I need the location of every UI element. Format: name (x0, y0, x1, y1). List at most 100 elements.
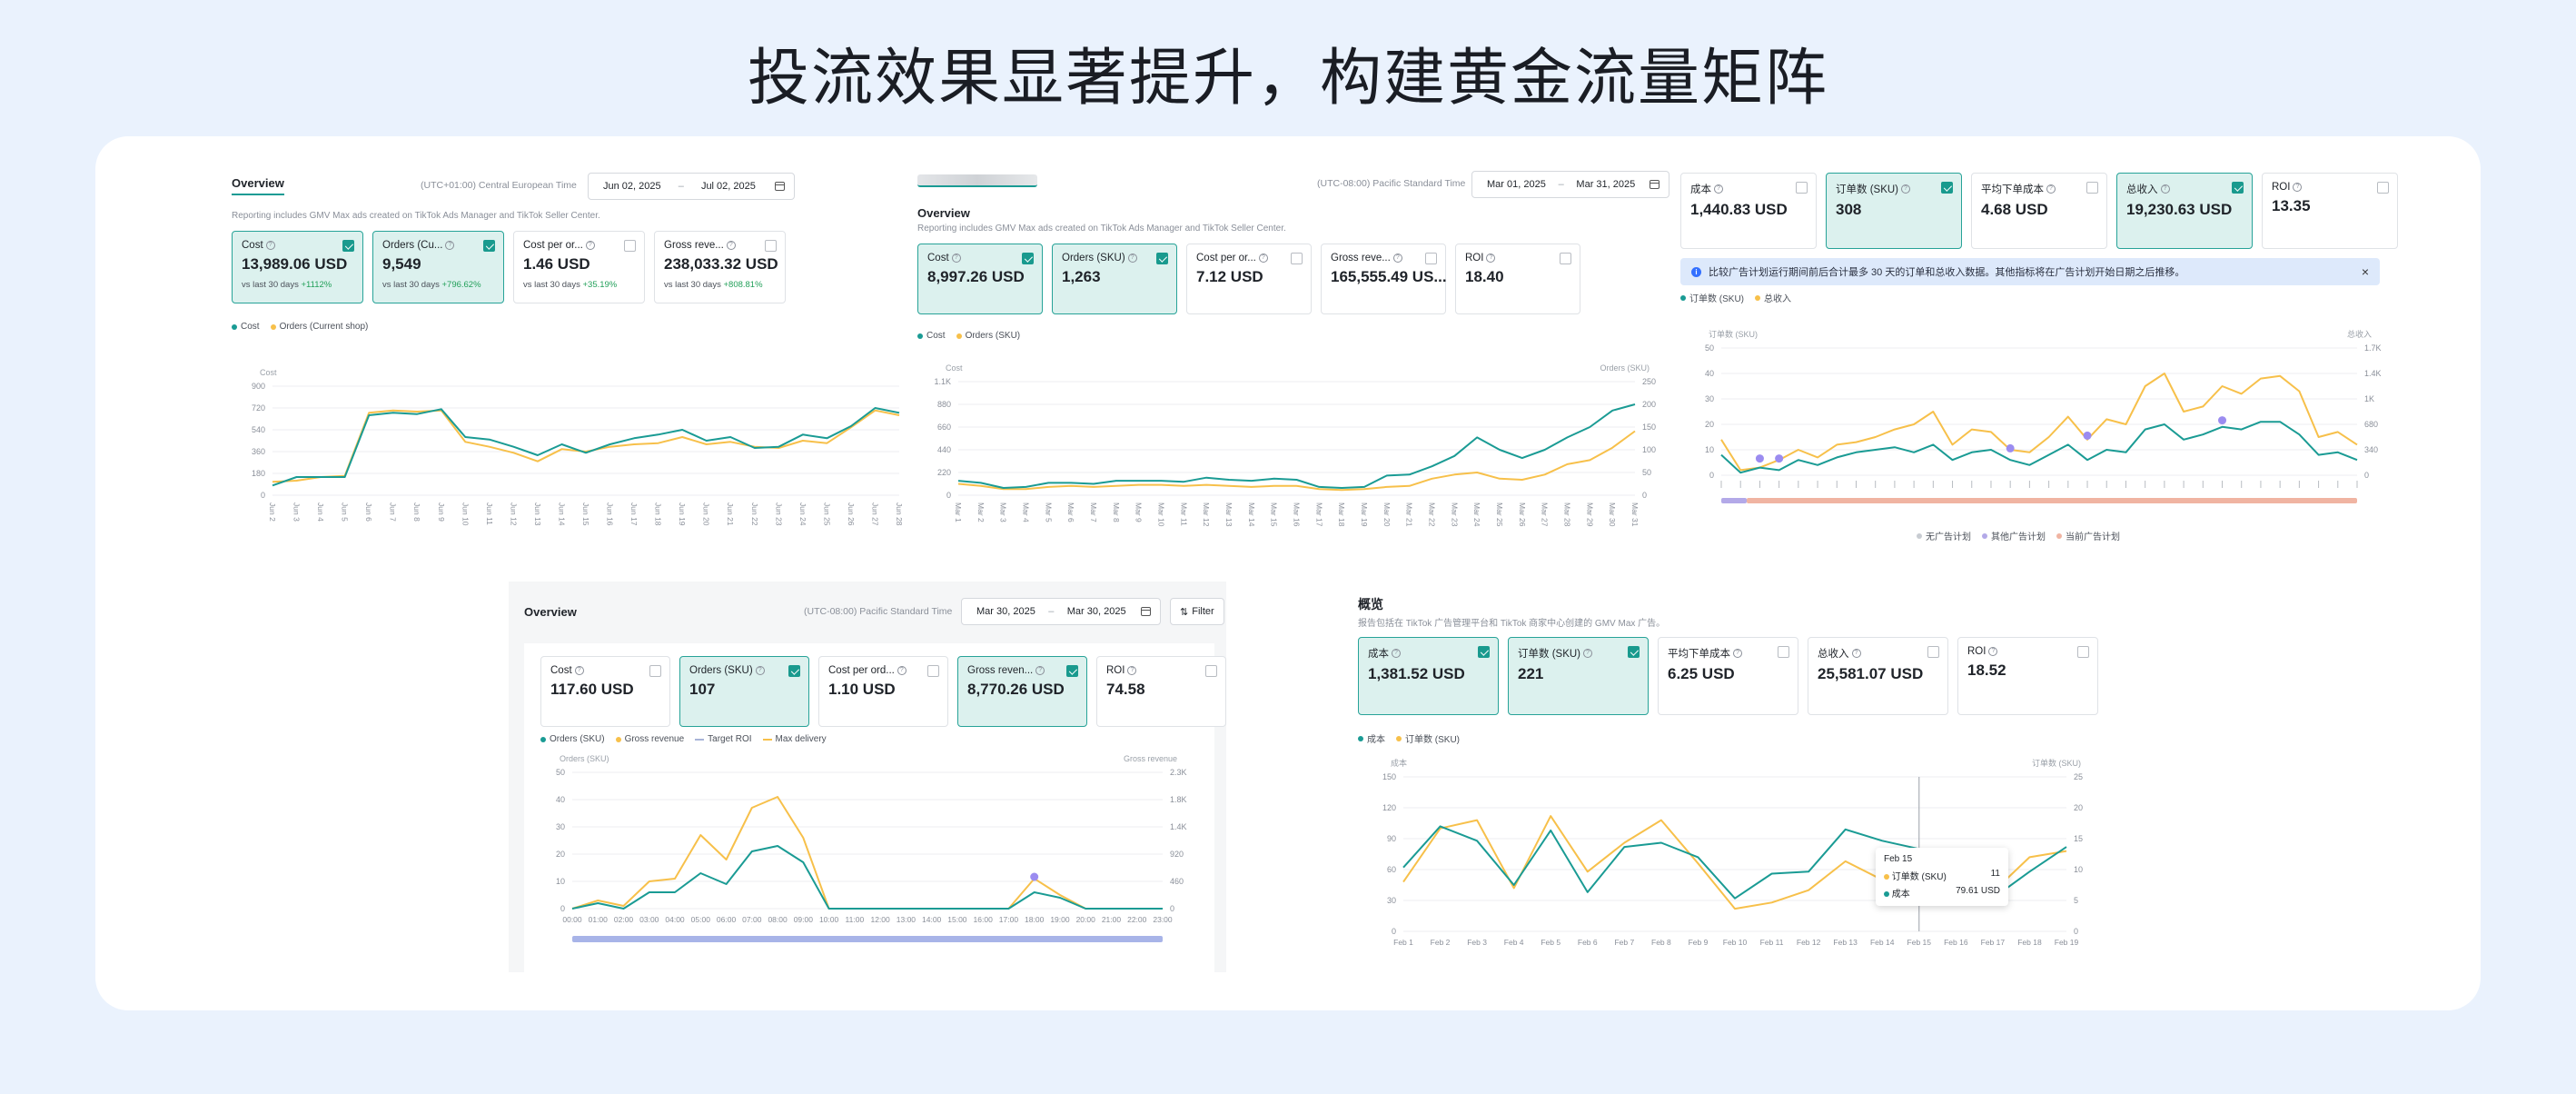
x-tick-label: Feb 6 (1578, 938, 1598, 947)
legend-item: 当前广告计划 (2056, 529, 2120, 542)
panel-overview-jun: Overview (UTC+01:00) Central European Ti… (232, 164, 913, 554)
x-tick-label: Mar 1 (954, 502, 963, 522)
y2-axis-title: 总收入 (2347, 329, 2372, 339)
x-tick-label: Mar 16 (1293, 502, 1302, 527)
x-tick-label: Jun 15 (581, 502, 590, 526)
event-marker (1030, 872, 1039, 881)
y-axis-title: Orders (SKU) (560, 754, 609, 763)
x-tick-label: Jun 18 (654, 502, 663, 526)
x-tick-label: 20:00 (1076, 915, 1096, 924)
line-chart: Orders (SKU) Gross revenue 50 2.3K 40 1.8K 30 1… (556, 754, 1187, 942)
x-tick-label: Feb 5 (1541, 938, 1560, 947)
x-tick-label: Mar 10 (1157, 502, 1166, 527)
x-tick-label: Mar 14 (1247, 502, 1256, 527)
x-tick-label: 14:00 (922, 915, 942, 924)
event-marker (2218, 416, 2227, 425)
x-tick-label: 23:00 (1153, 915, 1173, 924)
y2-tick-label: 25 (2074, 772, 2083, 781)
x-tick-label: Feb 16 (1944, 938, 1968, 947)
line-chart: 成本 订单数 (SKU)150 25120 2090 1560 1030 50 0Feb 1F… (1382, 758, 2083, 947)
x-tick-label: Feb 12 (1797, 938, 1821, 947)
line-chart: Cost Orders (SKU) 1.1K 250 880 200 660 150 440 10… (934, 363, 1656, 527)
y2-tick-label: 10 (2074, 865, 2083, 874)
y2-tick-label: 100 (1642, 445, 1656, 454)
x-tick-label: Mar 2 (976, 502, 986, 522)
series-line (957, 403, 1636, 489)
page-headline: 投流效果显著提升，构建黄金流量矩阵 (747, 43, 1828, 114)
bottom-legend: 无广告计划 其他广告计划 当前广告计划 (1917, 529, 2120, 542)
x-tick-label: Jun 10 (461, 502, 470, 526)
x-tick-label: Feb 18 (2017, 938, 2042, 947)
y-tick-label: 50 (556, 768, 565, 777)
y-tick-label: 40 (1705, 369, 1714, 378)
x-tick-label: 03:00 (639, 915, 659, 924)
y-tick-label: 0 (560, 904, 565, 913)
y2-tick-label: 680 (2364, 420, 2378, 429)
timeline-current-plan (1747, 498, 2357, 503)
x-tick-label: Mar 23 (1450, 502, 1459, 527)
y2-axis-title: Gross revenue (1124, 754, 1177, 763)
timeline-other-plans (1721, 498, 1747, 503)
event-marker (1775, 454, 1784, 463)
y2-tick-label: 150 (1642, 423, 1656, 432)
y2-axis-title: Orders (SKU) (1600, 363, 1650, 373)
x-tick-label: Jun 2 (268, 502, 277, 522)
x-tick-label: 05:00 (691, 915, 711, 924)
x-tick-label: Jun 20 (702, 502, 711, 526)
x-tick-label: Jun 24 (798, 502, 807, 526)
y2-tick-label: 1.4K (1170, 822, 1187, 831)
y2-tick-label: 20 (2074, 803, 2083, 812)
y2-tick-label: 200 (1642, 400, 1656, 409)
x-tick-label: 07:00 (742, 915, 762, 924)
y-tick-label: 0 (261, 491, 265, 500)
y-tick-label: 20 (556, 850, 565, 859)
x-tick-label: Feb 4 (1504, 938, 1524, 947)
x-tick-label: 11:00 (846, 915, 865, 924)
y2-tick-label: 0 (2364, 471, 2369, 480)
x-tick-label: 09:00 (794, 915, 814, 924)
x-tick-label: Feb 15 (1907, 938, 1932, 947)
y-tick-label: 50 (1705, 343, 1714, 353)
x-tick-label: 21:00 (1102, 915, 1122, 924)
x-tick-label: Jun 5 (341, 502, 350, 522)
x-tick-label: Feb 7 (1614, 938, 1634, 947)
y-tick-label: 40 (556, 795, 565, 804)
x-tick-label: Feb 1 (1393, 938, 1413, 947)
tooltip-row: 成本 79.61 USD (1884, 886, 2000, 900)
x-tick-label: 13:00 (897, 915, 916, 924)
y2-tick-label: 15 (2074, 834, 2083, 843)
x-tick-label: Mar 17 (1314, 502, 1323, 527)
x-tick-label: Mar 27 (1541, 502, 1550, 527)
y-tick-label: 60 (1387, 865, 1396, 874)
x-tick-label: Jun 23 (774, 502, 783, 526)
screenshot-card: Overview (UTC+01:00) Central European Ti… (95, 136, 2481, 1010)
x-tick-label: Jun 9 (437, 502, 446, 522)
y2-tick-label: 460 (1170, 877, 1184, 886)
y2-tick-label: 2.3K (1170, 768, 1187, 777)
x-tick-label: Mar 15 (1270, 502, 1279, 527)
x-tick-label: 04:00 (665, 915, 685, 924)
y-axis-title: Cost (260, 368, 277, 377)
y2-tick-label: 1.7K (2364, 343, 2382, 353)
x-tick-label: Jun 3 (292, 502, 302, 522)
x-tick-label: Mar 21 (1405, 502, 1414, 527)
y2-tick-label: 1.4K (2364, 369, 2382, 378)
x-tick-label: Jun 25 (822, 502, 831, 526)
x-tick-label: Mar 29 (1585, 502, 1594, 527)
x-tick-label: 18:00 (1025, 915, 1045, 924)
chart-tooltip: Feb 15 订单数 (SKU) 11 成本 79.61 USD (1876, 848, 2008, 906)
x-tick-label: 00:00 (562, 915, 582, 924)
y-tick-label: 880 (937, 400, 951, 409)
x-tick-label: Mar 12 (1202, 502, 1211, 527)
x-tick-label: Mar 4 (1022, 502, 1031, 522)
x-tick-label: 22:00 (1127, 915, 1147, 924)
y-tick-label: 30 (1387, 896, 1396, 905)
x-tick-label: Mar 22 (1428, 502, 1437, 527)
x-tick-label: Feb 11 (1760, 938, 1784, 947)
x-tick-label: Jun 19 (678, 502, 687, 526)
tooltip-row: 订单数 (SKU) 11 (1884, 869, 2000, 882)
y2-tick-label: 0 (2074, 927, 2078, 936)
x-tick-label: Feb 10 (1723, 938, 1748, 947)
x-tick-label: Jun 17 (629, 502, 639, 526)
panel-chinese-overview: 概览 报告包括在 TikTok 广告管理平台和 TikTok 商家中心创建的 G… (1358, 595, 2175, 977)
